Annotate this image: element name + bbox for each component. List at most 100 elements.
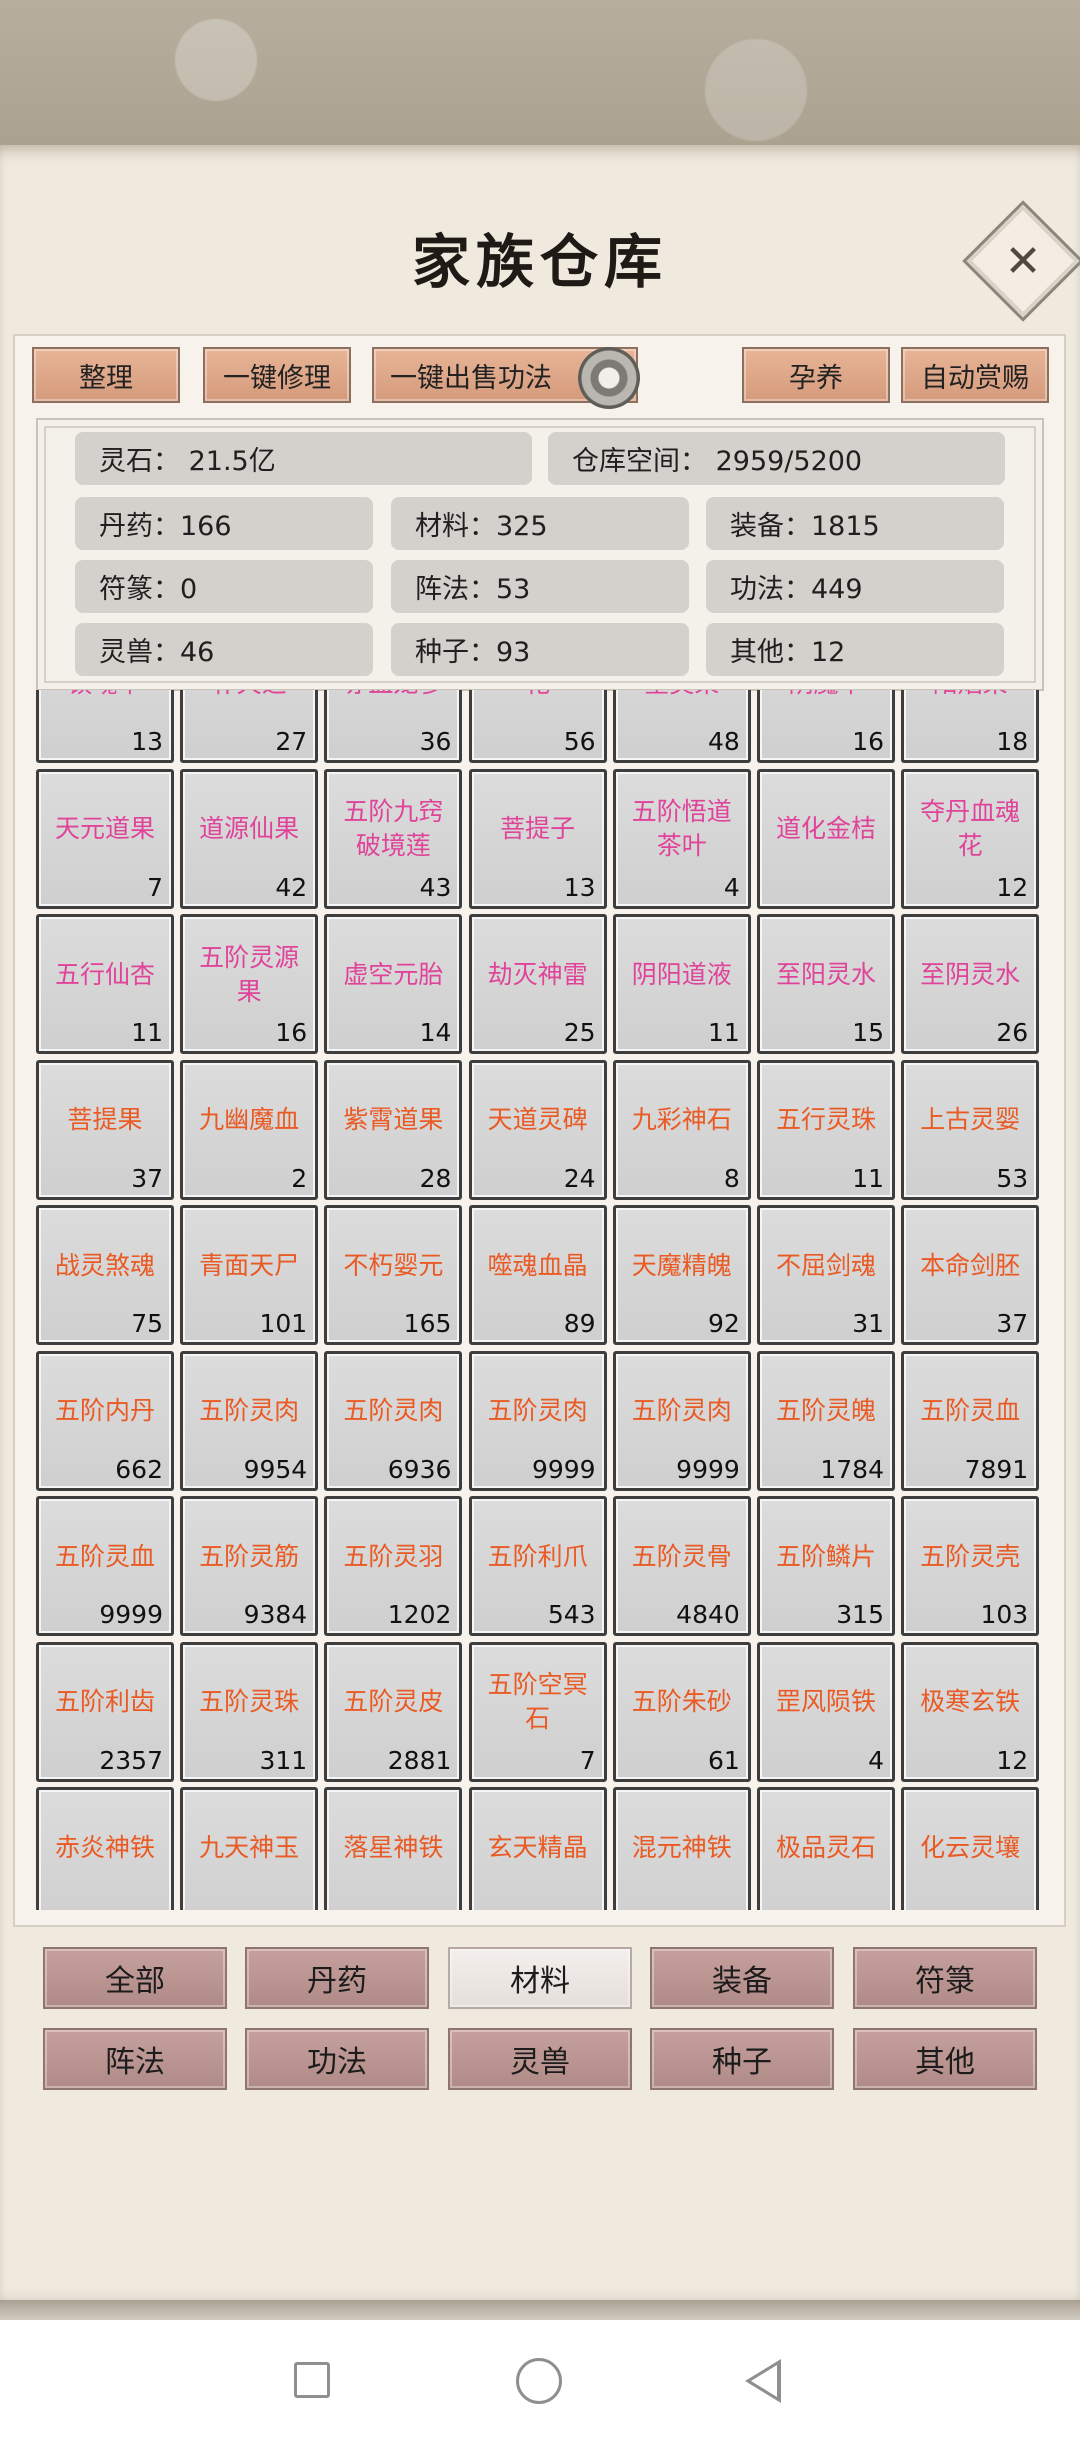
item-slot[interactable]: 九幽魔血 2	[180, 1059, 319, 1200]
item-slot[interactable]: 九彩神石 8	[612, 1059, 751, 1200]
item-name: 道化金桔	[775, 814, 876, 843]
item-slot[interactable]: 极品灵石	[757, 1787, 895, 1910]
item-slot[interactable]: 天道灵碑 24	[468, 1059, 607, 1200]
category-tab-talismans[interactable]: 符箓	[853, 1947, 1037, 2009]
item-name: 不屈剑魂	[775, 1250, 876, 1280]
stat-equipment: 装备：1815	[706, 497, 1004, 550]
category-tab-all[interactable]: 全部	[43, 1947, 227, 2009]
item-name: 天道灵碑	[487, 1105, 588, 1134]
item-name: 极寒玄铁	[920, 1687, 1021, 1716]
page-title: 家族仓库	[411, 228, 668, 296]
item-count: 9954	[243, 1454, 308, 1484]
category-tab-equipment[interactable]: 装备	[650, 1947, 834, 2009]
item-slot[interactable]: 五阶灵血 7891	[901, 1350, 1040, 1491]
category-tab-others[interactable]: 其他	[853, 2028, 1037, 2090]
home-icon[interactable]	[516, 2358, 562, 2404]
repair-all-button[interactable]: 一键修理	[203, 347, 351, 403]
item-slot[interactable]: 化云灵壤	[901, 1787, 1040, 1910]
gear-icon[interactable]	[578, 347, 640, 409]
item-slot[interactable]: 至阴灵水 26	[901, 914, 1040, 1054]
category-tab-skills[interactable]: 功法	[245, 2028, 429, 2090]
item-count: 28	[419, 1163, 452, 1193]
item-slot[interactable]: 花56	[468, 690, 607, 763]
item-slot[interactable]: 五阶灵珠 311	[180, 1641, 319, 1782]
item-slot[interactable]: 镇魂草13	[36, 690, 174, 763]
item-slot[interactable]: 赤炎神铁	[36, 1787, 174, 1910]
item-slot[interactable]: 五阶灵肉 6936	[324, 1350, 463, 1491]
item-slot[interactable]: 五阶鳞片 315	[757, 1496, 895, 1636]
item-slot[interactable]: 五阶灵肉 9954	[180, 1350, 319, 1491]
item-slot[interactable]: 不屈剑魂 31	[757, 1205, 895, 1345]
item-slot[interactable]: 玄天精晶	[468, 1787, 607, 1910]
item-count: 15	[852, 1018, 884, 1047]
decorative-header-background	[0, 0, 1080, 150]
item-slot[interactable]: 劫灭神雷 25	[468, 914, 607, 1054]
item-slot[interactable]: 五阶内丹 662	[36, 1350, 174, 1491]
category-tab-materials[interactable]: 材料	[448, 1947, 632, 2009]
item-slot[interactable]: 紫霄道果 28	[324, 1059, 463, 1200]
item-slot[interactable]: 五阶灵血 9999	[36, 1496, 174, 1636]
item-slot[interactable]: 五行灵珠 11	[757, 1059, 895, 1200]
item-slot[interactable]: 上古灵婴 53	[901, 1059, 1040, 1200]
item-slot[interactable]: 噬魂血晶 89	[468, 1205, 607, 1345]
sort-button[interactable]: 整理	[32, 347, 180, 403]
item-slot[interactable]: 混元神铁	[612, 1787, 751, 1910]
item-slot[interactable]: 五阶灵肉 9999	[468, 1350, 607, 1491]
item-count: 31	[852, 1309, 884, 1338]
category-tab-pills[interactable]: 丹药	[245, 1947, 429, 2009]
auto-reward-button[interactable]: 自动赏赐	[901, 347, 1049, 403]
item-slot[interactable]: 五阶灵源果 16	[180, 914, 319, 1054]
item-slot[interactable]: 五阶灵肉 9999	[612, 1350, 751, 1491]
item-slot[interactable]: 五阶九窍破境莲 43	[324, 768, 463, 909]
item-slot[interactable]: 至阳灵水 15	[757, 914, 895, 1054]
storage-space-info: 仓库空间： 2959/5200	[548, 432, 1005, 485]
item-slot[interactable]: 九天神玉	[180, 1787, 319, 1910]
item-slot[interactable]: 补天芝27	[180, 690, 319, 763]
item-slot[interactable]: 不朽婴元 165	[324, 1205, 463, 1345]
item-count: 12	[996, 1745, 1029, 1775]
item-slot[interactable]: 五阶灵壳 103	[901, 1496, 1040, 1636]
item-name: 青面天尸	[199, 1250, 300, 1280]
item-slot[interactable]: 极寒玄铁 12	[901, 1641, 1040, 1782]
item-slot[interactable]: 五阶利爪 543	[468, 1496, 607, 1636]
item-count: 7	[579, 1745, 596, 1775]
item-name: 战灵煞魂	[54, 1250, 155, 1280]
back-icon[interactable]	[745, 2359, 781, 2403]
item-slot[interactable]: 青面天尸 101	[180, 1205, 319, 1345]
item-slot[interactable]: 落星神铁	[324, 1787, 463, 1910]
item-slot[interactable]: 菩提子 13	[468, 768, 607, 909]
item-count: 9999	[676, 1454, 740, 1484]
item-slot[interactable]: 五阶灵皮 2881	[324, 1641, 463, 1782]
item-slot[interactable]: 道化金桔	[757, 768, 895, 909]
item-name: 五阶九窍破境莲	[343, 797, 444, 860]
item-slot[interactable]: 五阶灵魄 1784	[757, 1350, 895, 1491]
item-slot[interactable]: 罡风陨铁 4	[757, 1641, 895, 1782]
category-tab-seeds[interactable]: 种子	[650, 2028, 834, 2090]
item-slot[interactable]: 道源仙果 42	[180, 768, 319, 909]
recent-apps-icon[interactable]	[294, 2362, 330, 2398]
item-slot[interactable]: 星灵果48	[612, 690, 751, 763]
item-slot[interactable]: 战灵煞魂 75	[36, 1205, 174, 1345]
item-slot[interactable]: 五阶利齿 2357	[36, 1641, 174, 1782]
category-tab-beasts[interactable]: 灵兽	[448, 2028, 632, 2090]
item-slot[interactable]: 阴魔草16	[757, 690, 895, 763]
category-tab-formations[interactable]: 阵法	[43, 2028, 227, 2090]
item-slot[interactable]: 五阶悟道茶叶 4	[612, 768, 751, 909]
item-slot[interactable]: 五阶空冥石 7	[468, 1641, 607, 1782]
item-slot[interactable]: 五阶灵筋 9384	[180, 1496, 319, 1636]
item-slot[interactable]: 虚空元胎 14	[324, 914, 463, 1054]
item-slot[interactable]: 五行仙杏 11	[36, 914, 174, 1054]
item-slot[interactable]: 阴阳道液 11	[612, 914, 751, 1054]
item-slot[interactable]: 天魔精魄 92	[612, 1205, 751, 1345]
item-slot[interactable]: 菩提果 37	[36, 1059, 174, 1200]
item-slot[interactable]: 夺丹血魂花 12	[901, 768, 1040, 909]
item-slot[interactable]: 赤血龙参36	[324, 690, 463, 763]
item-slot[interactable]: 五阶灵骨 4840	[612, 1496, 751, 1636]
item-name: 五阶利爪	[487, 1541, 588, 1571]
nurture-button[interactable]: 孕养	[742, 347, 890, 403]
item-slot[interactable]: 阳焰果18	[901, 690, 1040, 763]
item-slot[interactable]: 五阶灵羽 1202	[324, 1496, 463, 1636]
item-slot[interactable]: 天元道果 7	[36, 768, 174, 909]
item-slot[interactable]: 五阶朱砂 61	[612, 1641, 751, 1782]
item-slot[interactable]: 本命剑胚 37	[901, 1205, 1040, 1345]
